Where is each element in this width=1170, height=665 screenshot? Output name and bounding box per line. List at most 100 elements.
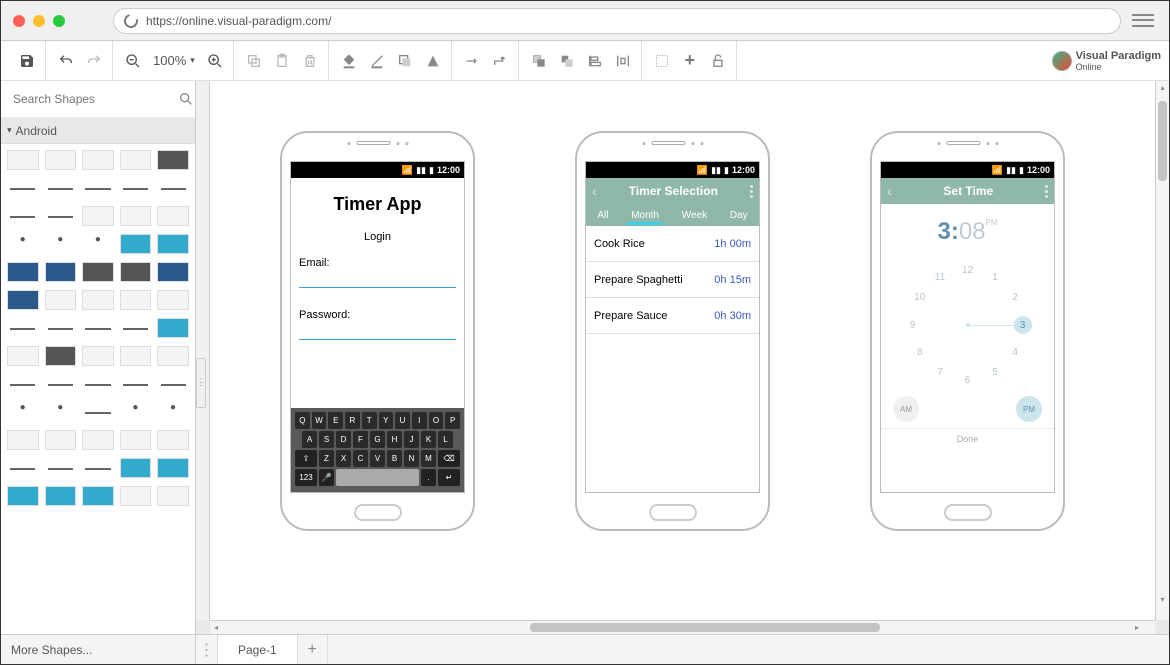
shape-item[interactable] <box>157 486 189 506</box>
lock-button[interactable] <box>706 49 730 73</box>
key[interactable]: E <box>328 412 343 429</box>
shape-item[interactable] <box>82 206 114 226</box>
shape-item[interactable] <box>82 458 114 478</box>
am-button[interactable]: AM <box>893 396 919 422</box>
key[interactable]: M <box>421 450 436 467</box>
align-button[interactable] <box>583 49 607 73</box>
key[interactable]: ⌫ <box>438 450 460 467</box>
key[interactable]: J <box>404 431 419 448</box>
key[interactable]: R <box>345 412 360 429</box>
shape-item[interactable] <box>157 234 189 254</box>
shape-item[interactable] <box>45 346 77 366</box>
shape-item[interactable] <box>82 346 114 366</box>
more-icon[interactable] <box>1045 185 1048 198</box>
vertical-scrollbar[interactable] <box>1155 81 1169 620</box>
key[interactable]: K <box>421 431 436 448</box>
close-window-icon[interactable] <box>13 15 25 27</box>
shape-item[interactable] <box>45 318 77 338</box>
list-item[interactable]: Prepare Sauce0h 30m <box>586 298 759 334</box>
distribute-button[interactable] <box>611 49 635 73</box>
clock-number[interactable]: 8 <box>911 344 929 362</box>
shape-item[interactable] <box>157 178 189 198</box>
shape-item[interactable] <box>157 318 189 338</box>
more-icon[interactable] <box>750 185 753 198</box>
clock-number[interactable]: 7 <box>931 364 949 382</box>
shape-item[interactable] <box>82 150 114 170</box>
shape-item[interactable] <box>157 262 189 282</box>
key[interactable] <box>336 469 419 486</box>
key[interactable]: T <box>362 412 377 429</box>
key[interactable]: ↵ <box>438 469 460 486</box>
shape-item[interactable] <box>82 234 114 254</box>
undo-button[interactable] <box>54 49 78 73</box>
zoom-out-button[interactable] <box>121 49 145 73</box>
key[interactable]: ⇧ <box>295 450 317 467</box>
shape-item[interactable] <box>157 374 189 394</box>
key[interactable]: 123 <box>295 469 317 486</box>
add-page-button[interactable]: + <box>298 635 328 664</box>
filter-tab[interactable]: Month <box>627 210 663 221</box>
shape-item[interactable] <box>45 402 77 422</box>
shape-item[interactable] <box>120 346 152 366</box>
shape-item[interactable] <box>7 402 39 422</box>
search-shapes-input[interactable] <box>7 87 174 111</box>
key[interactable]: G <box>370 431 385 448</box>
shape-item[interactable] <box>120 290 152 310</box>
back-icon[interactable]: ‹ <box>887 183 892 199</box>
zoom-in-button[interactable] <box>203 49 227 73</box>
shape-item[interactable] <box>157 458 189 478</box>
key[interactable]: S <box>319 431 334 448</box>
clock-number[interactable]: 11 <box>931 268 949 286</box>
shape-item[interactable] <box>82 290 114 310</box>
key[interactable]: V <box>370 450 385 467</box>
shape-item[interactable] <box>157 430 189 450</box>
paste-button[interactable] <box>270 49 294 73</box>
shape-item[interactable] <box>120 150 152 170</box>
home-button[interactable] <box>649 504 697 521</box>
home-button[interactable] <box>944 504 992 521</box>
shape-item[interactable] <box>157 346 189 366</box>
shape-item[interactable] <box>45 458 77 478</box>
shape-item[interactable] <box>7 150 39 170</box>
clock-number[interactable]: 10 <box>911 289 929 307</box>
shape-item[interactable] <box>7 290 39 310</box>
shape-item[interactable] <box>157 206 189 226</box>
shape-item[interactable] <box>82 374 114 394</box>
redo-button[interactable] <box>82 49 106 73</box>
clock-face[interactable]: 121234567891011 <box>903 260 1033 390</box>
key[interactable]: Y <box>379 412 394 429</box>
browser-menu-icon[interactable] <box>1129 10 1157 32</box>
scrollbar-thumb[interactable] <box>530 623 880 632</box>
home-button[interactable] <box>354 504 402 521</box>
fill-color-button[interactable] <box>337 49 361 73</box>
key[interactable]: A <box>302 431 317 448</box>
done-button[interactable]: Done <box>881 428 1054 444</box>
shape-item[interactable] <box>120 430 152 450</box>
mockup-phone-login[interactable]: 📶 ▮▮ ▮ 12:00 Timer App Login Email: Pa <box>280 131 475 531</box>
maximize-window-icon[interactable] <box>53 15 65 27</box>
clock-number[interactable]: 6 <box>959 371 977 389</box>
shape-item[interactable] <box>82 178 114 198</box>
shape-item[interactable] <box>7 318 39 338</box>
to-front-button[interactable] <box>527 49 551 73</box>
shape-item[interactable] <box>120 206 152 226</box>
key[interactable]: I <box>412 412 427 429</box>
shape-item[interactable] <box>82 262 114 282</box>
key[interactable]: H <box>387 431 402 448</box>
shape-item[interactable] <box>7 234 39 254</box>
list-item[interactable]: Cook Rice1h 00m <box>586 226 759 262</box>
password-field[interactable] <box>299 324 456 340</box>
key[interactable]: Z <box>319 450 334 467</box>
key[interactable]: L <box>438 431 453 448</box>
clock-number[interactable]: 4 <box>1006 344 1024 362</box>
sidebar-collapse-handle[interactable]: ⋮ <box>196 358 206 408</box>
shadow-button[interactable] <box>393 49 417 73</box>
clock-number[interactable]: 5 <box>986 364 1004 382</box>
refresh-icon[interactable] <box>121 11 140 30</box>
shapes-category-header[interactable]: Android <box>1 118 195 144</box>
shape-item[interactable] <box>7 486 39 506</box>
mockup-phone-timer-list[interactable]: 📶 ▮▮ ▮ 12:00 ‹ Timer Selection AllMont <box>575 131 770 531</box>
shape-item[interactable] <box>45 430 77 450</box>
key[interactable]: X <box>336 450 351 467</box>
clock-number[interactable]: 9 <box>904 316 922 334</box>
